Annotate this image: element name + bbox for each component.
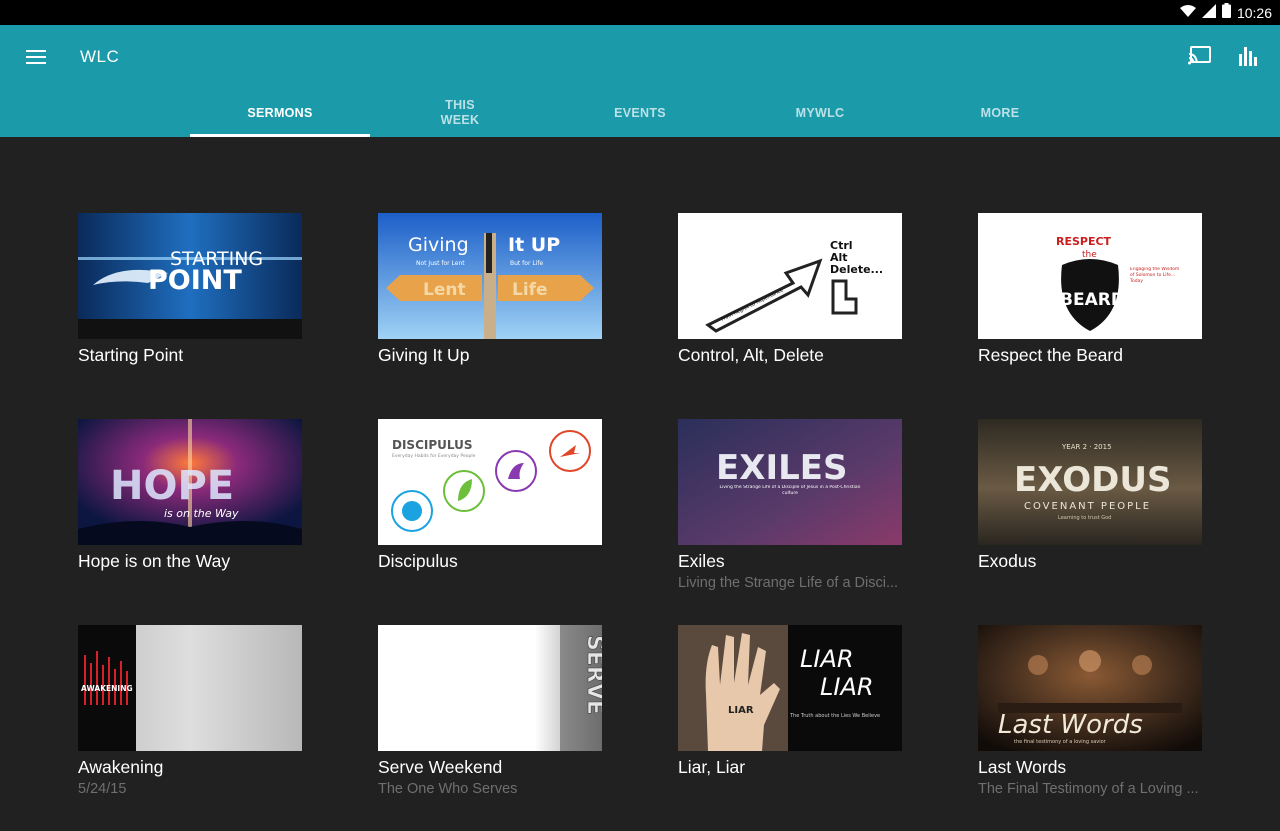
tab-bar: SERMONS THIS WEEK EVENTS MYWLC MORE: [190, 89, 1090, 137]
sermon-title: Liar, Liar: [678, 757, 746, 777]
sermon-subtitle: The One Who Serves: [378, 781, 518, 797]
sermon-subtitle: 5/24/15: [78, 781, 127, 797]
status-icons: 10:26: [1179, 0, 1272, 25]
tab-label: SERMONS: [247, 105, 313, 120]
art-small: Living the Strange Life of a Disciple of…: [719, 485, 861, 496]
sermon-thumbnail: Ctrl Alt Delete... From Regret to Repent…: [678, 213, 902, 339]
tab-label: THIS WEEK: [440, 98, 480, 127]
art-left-sign: Lent: [423, 280, 466, 300]
sermon-title: Starting Point: [78, 345, 184, 365]
art-left: Giving: [408, 234, 469, 256]
art-right-small: But for Life: [510, 260, 543, 267]
cast-icon: [1188, 46, 1212, 70]
art-main: DISCIPULUS: [392, 438, 472, 452]
art-right-sign: Life: [512, 280, 548, 300]
sermon-card-exiles[interactable]: EXILES Living the Strange Life of a Disc…: [678, 419, 902, 625]
sermon-card-serve-weekend[interactable]: SERVE Serve Weekend The One Who Serves: [378, 625, 602, 831]
sermon-title: Respect the Beard: [978, 345, 1123, 365]
sermon-title: Last Words: [978, 757, 1067, 777]
tab-events[interactable]: EVENTS: [550, 89, 730, 137]
art-left-small: Not Just for Lent: [416, 260, 465, 267]
sermon-grid: STARTING POINT Starting Point Giving It …: [78, 213, 1202, 831]
sermon-thumbnail: RESPECT the BEARD Engaging the Wisdom of…: [978, 213, 1202, 339]
cast-button[interactable]: [1180, 38, 1220, 78]
sermon-thumbnail: YEAR 2 · 2015 EXODUS COVENANT PEOPLE Lea…: [978, 419, 1202, 545]
sermon-title: Discipulus: [378, 551, 458, 571]
sermon-card-control-alt-delete[interactable]: Ctrl Alt Delete... From Regret to Repent…: [678, 213, 902, 419]
sermon-thumbnail: EXILES Living the Strange Life of a Disc…: [678, 419, 902, 545]
signal-icon: [1201, 3, 1216, 22]
app-title: WLC: [80, 47, 120, 66]
sermon-card-exodus[interactable]: YEAR 2 · 2015 EXODUS COVENANT PEOPLE Lea…: [978, 419, 1202, 625]
sermon-thumbnail: SERVE: [378, 625, 602, 751]
art-tiny: Learning to trust God: [1058, 515, 1111, 521]
art-main: SERVE: [582, 635, 602, 715]
art-script: is on the Way: [164, 507, 239, 520]
art-main: EXILES: [716, 448, 847, 488]
tab-indicator: [190, 134, 370, 137]
stats-button[interactable]: [1228, 38, 1268, 78]
sermon-title: Serve Weekend: [378, 757, 503, 777]
art-top: RESPECT: [1056, 235, 1112, 248]
sermon-thumbnail: DISCIPULUS Everyday Habits for Everyday …: [378, 419, 602, 545]
art-main: Last Words: [998, 710, 1143, 740]
sermon-thumbnail: AWAKENING: [78, 625, 302, 751]
art-small: Everyday Habits for Everyday People: [392, 453, 476, 459]
sermon-card-liar-liar[interactable]: LIAR LIAR LIAR The Truth about the Lies …: [678, 625, 902, 831]
art-line1: LIAR: [800, 645, 854, 673]
sermon-card-awakening[interactable]: AWAKENING Awakening 5/24/15: [78, 625, 302, 831]
art-main: AWAKENING: [81, 684, 133, 693]
sermon-card-discipulus[interactable]: DISCIPULUS Everyday Habits for Everyday …: [378, 419, 602, 625]
art-hand: LIAR: [728, 705, 754, 716]
hamburger-menu-icon: [26, 49, 46, 68]
tab-this-week[interactable]: THIS WEEK: [370, 89, 550, 137]
tab-sermons[interactable]: SERMONS: [190, 89, 370, 137]
status-time: 10:26: [1236, 4, 1272, 21]
sermon-card-starting-point[interactable]: STARTING POINT Starting Point: [78, 213, 302, 419]
art-small: COVENANT PEOPLE: [1024, 501, 1151, 512]
menu-button[interactable]: [16, 38, 56, 78]
app-bar: WLC SERMONS THIS WEEK EVENTS MYWLC MORE: [0, 25, 1280, 137]
sermon-title: Control, Alt, Delete: [678, 345, 824, 365]
sermon-title: Exiles: [678, 551, 725, 571]
bar-chart-icon: [1238, 46, 1258, 70]
sermon-title: Exodus: [978, 551, 1037, 571]
tab-label: EVENTS: [614, 105, 666, 120]
art-main: HOPE: [110, 463, 234, 509]
sermon-thumbnail: LIAR LIAR LIAR The Truth about the Lies …: [678, 625, 902, 751]
art-line3: Delete...: [830, 263, 883, 276]
art-right: It UP: [508, 234, 560, 256]
battery-icon: [1221, 3, 1231, 22]
tab-mywlc[interactable]: MYWLC: [730, 89, 910, 137]
art-small: The Truth about the Lies We Believe: [789, 713, 880, 719]
art-side: Engaging the Wisdom of Solomon to Life..…: [1130, 267, 1180, 284]
sermon-title: Giving It Up: [378, 345, 470, 365]
sermon-card-last-words[interactable]: Last Words the final testimony of a lovi…: [978, 625, 1202, 831]
art-line2: LIAR: [820, 673, 874, 701]
art-small: the final testimony of a loving savior: [1014, 739, 1107, 745]
sermon-thumbnail: STARTING POINT: [78, 213, 302, 339]
sermon-title: Hope is on the Way: [78, 551, 231, 571]
sermon-card-hope-is-on-the-way[interactable]: HOPE is on the Way Hope is on the Way: [78, 419, 302, 625]
sermon-title: Awakening: [78, 757, 164, 777]
art-line2: POINT: [148, 265, 242, 296]
sermon-subtitle: The Final Testimony of a Loving ...: [978, 781, 1199, 797]
tab-label: MYWLC: [795, 105, 845, 120]
art-top: YEAR 2 · 2015: [1061, 443, 1112, 451]
art-mid: the: [1082, 250, 1097, 260]
tab-label: MORE: [980, 105, 1020, 120]
art-main: BEARD: [1060, 290, 1125, 310]
status-bar: 10:26: [0, 0, 1280, 25]
wifi-icon: [1179, 3, 1196, 22]
sermon-card-giving-it-up[interactable]: Giving It UP Not Just for Lent But for L…: [378, 213, 602, 419]
sermon-thumbnail: HOPE is on the Way: [78, 419, 302, 545]
sermon-subtitle: Living the Strange Life of a Disci...: [678, 575, 899, 591]
tab-more[interactable]: MORE: [910, 89, 1090, 137]
art-main: EXODUS: [1014, 460, 1171, 500]
sermon-card-respect-the-beard[interactable]: RESPECT the BEARD Engaging the Wisdom of…: [978, 213, 1202, 419]
sermon-thumbnail: Giving It UP Not Just for Lent But for L…: [378, 213, 602, 339]
sermon-thumbnail: Last Words the final testimony of a lovi…: [978, 625, 1202, 751]
